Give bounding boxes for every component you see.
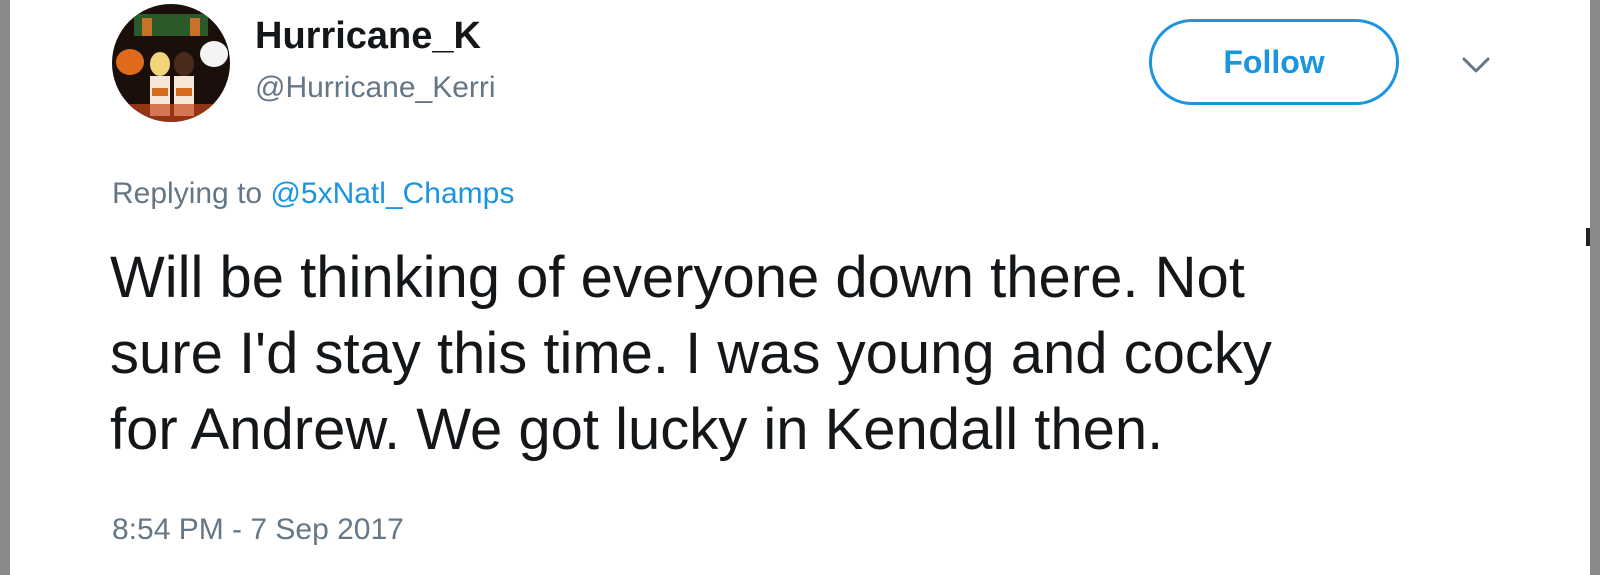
edge-marker xyxy=(1586,228,1590,246)
replying-to: Replying to @5xNatl_Champs xyxy=(112,176,514,212)
user-handle[interactable]: @Hurricane_Kerri xyxy=(255,70,496,106)
tweet-text-line: Will be thinking of everyone down there.… xyxy=(110,245,1245,310)
tweet-text-line: sure I'd stay this time. I was young and… xyxy=(110,321,1272,386)
display-name[interactable]: Hurricane_K xyxy=(255,14,481,60)
follow-button[interactable]: Follow xyxy=(1149,19,1399,105)
tweet-timestamp[interactable]: 8:54 PM - 7 Sep 2017 xyxy=(112,512,404,548)
tweet-text-line: for Andrew. We got lucky in Kendall then… xyxy=(110,397,1164,462)
avatar[interactable] xyxy=(112,4,230,122)
replying-to-label: Replying to xyxy=(112,177,263,210)
tweet-card: Hurricane_K @Hurricane_Kerri Follow Repl… xyxy=(10,0,1590,575)
reply-mention-link[interactable]: @5xNatl_Champs xyxy=(270,177,514,210)
chevron-down-icon[interactable] xyxy=(1458,50,1494,80)
tweet-text: Will be thinking of everyone down there.… xyxy=(110,240,1530,468)
